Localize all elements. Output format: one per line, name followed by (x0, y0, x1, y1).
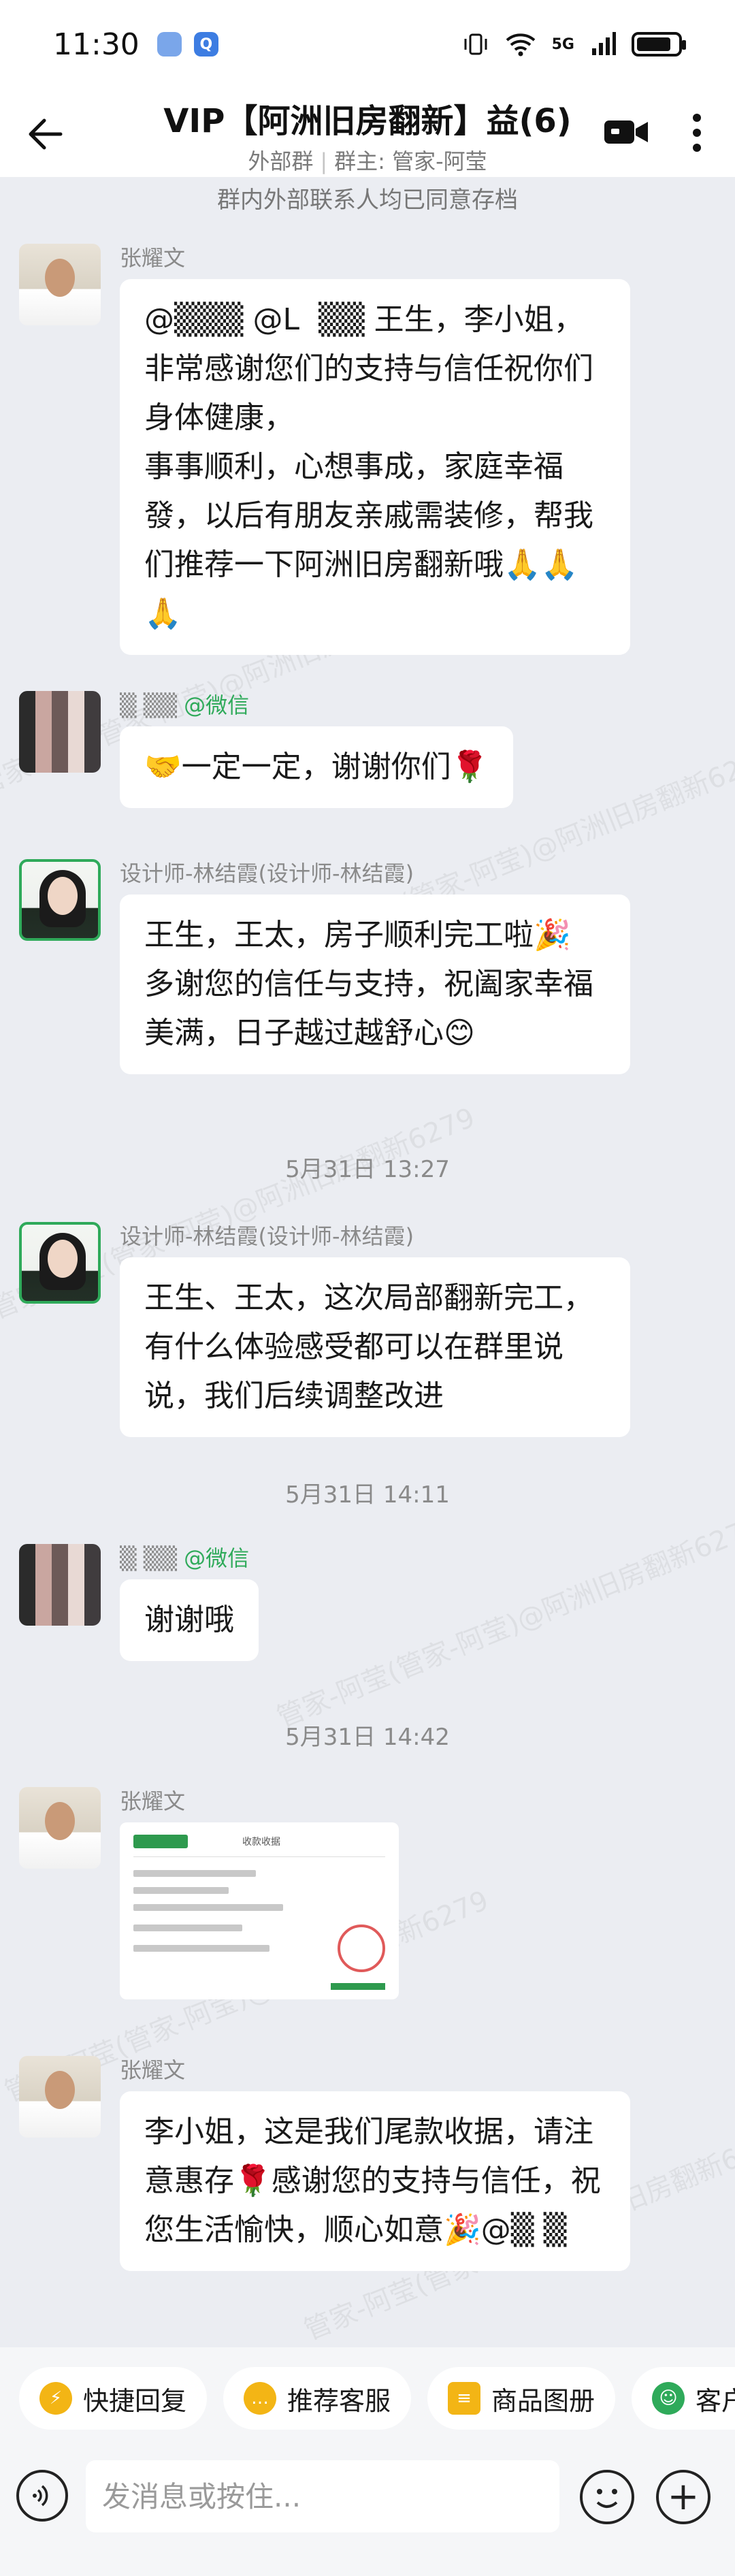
voice-icon (33, 2485, 48, 2507)
network-type: 5G (551, 35, 574, 53)
emoji-icon (596, 2489, 618, 2508)
emoji-button[interactable] (580, 2470, 634, 2524)
chat-title-block[interactable]: VIP【阿洲旧房翻新】益(6) 外部群 | 群主: 管家-阿莹 (136, 94, 599, 176)
more-vertical-icon (693, 114, 701, 152)
avatar[interactable] (19, 1544, 101, 1626)
input-bar: + (0, 2449, 735, 2576)
avatar[interactable] (19, 859, 101, 941)
sender-name: 设计师-林结霞(设计师-林结霞) (120, 1223, 414, 1249)
plus-icon: + (667, 2475, 700, 2519)
chip-label: 快捷回复 (83, 2385, 187, 2416)
quick-actions-bar: ⚡ 快捷回复 … 推荐客服 ≡ 商品图册 ☺ 客户 (0, 2347, 735, 2449)
receipt-image[interactable]: 收款收据 (120, 1822, 399, 1999)
recommend-service-icon: … (244, 2382, 277, 2415)
more-options-button[interactable] (676, 109, 717, 157)
quick-reply-button[interactable]: ⚡ 快捷回复 (19, 2367, 208, 2430)
avatar[interactable] (19, 691, 101, 773)
sender-name: 张耀文 (120, 1788, 186, 1814)
group-owner: 群主: 管家-阿莹 (334, 148, 487, 174)
sender-name: 张耀文 (120, 245, 186, 271)
video-camera-icon (604, 120, 648, 144)
status-bar: 11:30 Q 5G (0, 0, 735, 88)
message-input[interactable] (86, 2460, 559, 2532)
avatar[interactable] (19, 2056, 101, 2138)
message-bubble[interactable]: 李小姐，这是我们尾款收据，请注意惠存🌹感谢您的支持与信任，祝您生活愉快，顺心如意… (120, 2091, 630, 2271)
chip-label: 商品图册 (491, 2385, 595, 2416)
app-notification-icon (157, 32, 182, 57)
avatar[interactable] (19, 1222, 101, 1304)
watermark: 管家-阿莹(管家-阿莹)@阿洲旧房翻新6279 (272, 1510, 735, 1734)
add-attachment-button[interactable]: + (656, 2470, 710, 2524)
battery-level (637, 37, 671, 51)
company-logo (133, 1835, 188, 1848)
video-call-button[interactable] (599, 112, 653, 152)
message-bubble[interactable]: @▒▒▒ @L ▒▒ 王生，李小姐， 非常感谢您们的支持与信任祝你们身体健康， … (120, 279, 630, 655)
sender-name: ▒ ▒▒ @微信 (120, 688, 249, 720)
signal-icon (592, 32, 616, 55)
chip-label: 推荐客服 (287, 2385, 391, 2416)
quick-reply-icon: ⚡ (39, 2382, 72, 2415)
battery-icon (632, 32, 686, 57)
timestamp-separator: 5月31日 14:42 (285, 1724, 450, 1751)
vibrate-icon (464, 33, 487, 55)
receipt-title: 收款收据 (242, 1837, 280, 1848)
timestamp-separator: 5月31日 14:11 (285, 1481, 450, 1509)
status-time: 11:30 (53, 27, 140, 62)
back-button[interactable] (20, 109, 71, 159)
avatar[interactable] (19, 244, 101, 325)
back-arrow-icon (29, 118, 63, 150)
product-album-button[interactable]: ≡ 商品图册 (427, 2367, 616, 2430)
product-album-icon: ≡ (448, 2382, 481, 2415)
wifi-icon (506, 33, 535, 57)
recommend-service-button[interactable]: … 推荐客服 (223, 2367, 412, 2430)
chip-label: 客户 (696, 2385, 735, 2416)
chat-title: VIP【阿洲旧房翻新】益(6) (163, 102, 572, 140)
customer-button[interactable]: ☺ 客户 (632, 2367, 735, 2430)
notification-icons: Q (157, 32, 218, 57)
group-type: 外部群 (248, 148, 314, 174)
message-bubble[interactable]: 谢谢哦 (120, 1579, 259, 1661)
wechat-tag: @微信 (184, 692, 250, 718)
message-bubble[interactable]: 🤝一定一定，谢谢你们🌹 (120, 726, 513, 808)
sender-name-text: ▒ ▒▒ (120, 692, 177, 718)
status-indicators: 5G (462, 31, 686, 58)
voice-input-button[interactable] (16, 2470, 68, 2522)
sender-name: 设计师-林结霞(设计师-林结霞) (120, 860, 414, 886)
sender-name-text: ▒ ▒▒ (120, 1545, 177, 1571)
receipt-stamp (338, 1925, 385, 1972)
wechat-tag: @微信 (184, 1545, 250, 1571)
chat-subtitle: 外部群 | 群主: 管家-阿莹 (248, 148, 487, 174)
qq-notification-icon: Q (193, 32, 218, 57)
message-bubble[interactable]: 王生，王太，房子顺利完工啦🎉 多谢您的信任与支持，祝阖家幸福美满，日子越过越舒心… (120, 895, 630, 1074)
customer-icon: ☺ (652, 2382, 685, 2415)
archive-notice: 群内外部联系人均已同意存档 (0, 178, 735, 222)
sender-name: 张耀文 (120, 2057, 186, 2083)
timestamp-separator: 5月31日 13:27 (285, 1156, 450, 1183)
chat-header: VIP【阿洲旧房翻新】益(6) 外部群 | 群主: 管家-阿莹 (0, 88, 735, 177)
message-bubble[interactable]: 王生、王太，这次局部翻新完工，有什么体验感受都可以在群里说说，我们后续调整改进 (120, 1257, 630, 1437)
avatar[interactable] (19, 1787, 101, 1869)
sender-name: ▒ ▒▒ @微信 (120, 1541, 249, 1573)
